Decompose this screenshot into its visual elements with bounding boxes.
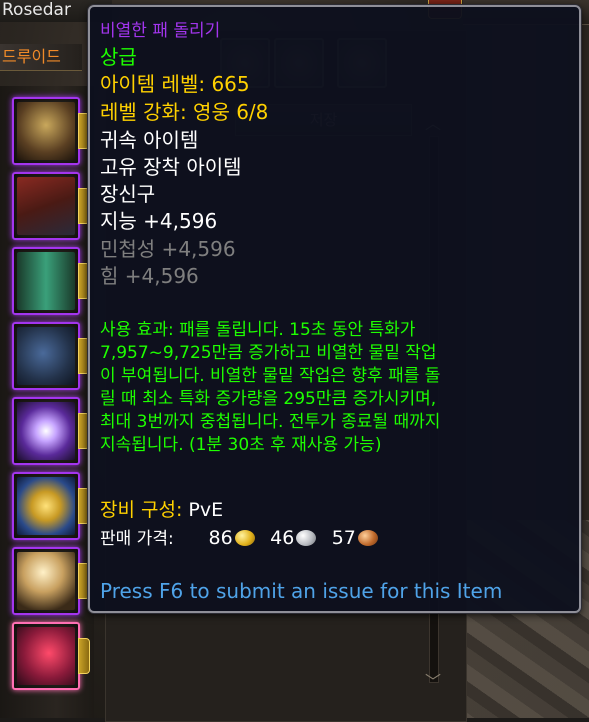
use-effect-line: 최대 3번까지 중첩됩니다. 전투가 종료될 때까지 — [100, 412, 441, 432]
stat-strength: 힘 +4,596 — [100, 264, 199, 288]
binding-text: 귀속 아이템 — [100, 128, 199, 152]
finger-slot-1[interactable] — [12, 397, 90, 465]
item-quality: 상급 — [100, 45, 137, 69]
class-label: 드루이드 — [0, 44, 82, 71]
feet-slot[interactable] — [12, 322, 90, 390]
price-gold: 86 — [208, 527, 233, 549]
use-effect-line: 릴 때 최소 특화 증가량을 295만큼 증가시키며, — [100, 389, 437, 409]
sell-price-line: 판매 가격: 86 46 57 — [100, 525, 388, 552]
trinket-slot-2[interactable] — [12, 622, 90, 690]
scroll-down-icon[interactable]: ﹀ — [424, 668, 442, 691]
copper-coin-icon — [357, 530, 378, 546]
upgrade-level: 레벨 강화: 영웅 6/8 — [100, 100, 269, 124]
price-copper: 57 — [331, 527, 356, 549]
use-effect-line: 7,957~9,725만큼 증가하고 비열한 물밑 작업 — [100, 343, 437, 363]
ring-icon — [17, 477, 75, 535]
use-effect-line: 이 부여됩니다. 비열한 물밑 작업은 향후 패를 돌 — [100, 366, 441, 386]
use-effect-line: 지속됩니다. (1분 30초 후 재사용 가능) — [100, 435, 382, 455]
use-effect-text: 사용 효과: 패를 돌립니다. 15초 동안 특화가 7,957~9,725만큼… — [100, 319, 570, 457]
hands-slot[interactable] — [12, 97, 90, 165]
use-effect-line: 사용 효과: 패를 돌립니다. 15초 동안 특화가 — [100, 320, 416, 340]
sell-price-label: 판매 가격: — [100, 529, 174, 549]
gloves-icon — [17, 102, 75, 160]
trinket-slot-1[interactable] — [12, 547, 90, 615]
equipment-set-label: 장비 구성: — [100, 499, 183, 521]
belt-icon — [17, 177, 75, 235]
boots-icon — [17, 327, 75, 385]
item-tooltip: 비열한 패 돌리기 상급 아이템 레벨: 665 레벨 강화: 영웅 6/8 귀… — [88, 5, 581, 613]
candle-icon — [17, 552, 75, 610]
price-silver: 46 — [270, 527, 295, 549]
slot-flyout-icon[interactable] — [78, 638, 90, 674]
equipment-set-value: PvE — [188, 499, 224, 521]
item-slot-type: 장신구 — [100, 182, 156, 206]
unique-equipped-text: 고유 장착 아이템 — [100, 155, 242, 179]
stat-agility: 민첩성 +4,596 — [100, 237, 236, 261]
item-title: 비열한 패 돌리기 — [100, 21, 221, 41]
waist-slot[interactable] — [12, 172, 90, 240]
card-deck-icon — [17, 627, 75, 685]
leggings-icon — [17, 252, 75, 310]
issue-report-link: Press F6 to submit an issue for this Ite… — [100, 579, 503, 603]
item-level: 아이템 레벨: 665 — [100, 72, 250, 96]
finger-slot-2[interactable] — [12, 472, 90, 540]
equipment-set-line: 장비 구성: PvE — [100, 497, 223, 523]
legs-slot[interactable] — [12, 247, 90, 315]
ring-icon — [17, 402, 75, 460]
silver-coin-icon — [296, 530, 317, 546]
gold-coin-icon — [234, 530, 255, 546]
stat-intellect: 지능 +4,596 — [100, 209, 218, 233]
